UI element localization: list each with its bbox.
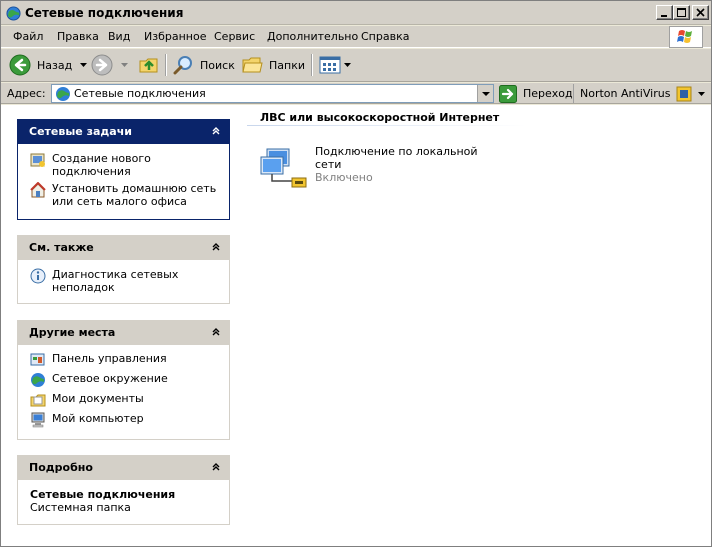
- link-my-documents[interactable]: Мои документы: [30, 392, 221, 408]
- pane-body: Диагностика сетевых неполадок: [17, 260, 230, 304]
- norton-icon: [676, 86, 692, 101]
- close-icon: [696, 8, 705, 17]
- group-header: ЛВС или высокоскоростной Интернет: [247, 109, 525, 126]
- views-button[interactable]: [319, 53, 352, 77]
- menu-file[interactable]: Файл: [13, 30, 43, 43]
- address-dropdown-button[interactable]: [477, 85, 493, 102]
- title-bar[interactable]: Сетевые подключения: [1, 1, 711, 25]
- other-places-header[interactable]: Другие места: [17, 320, 230, 345]
- new-connection-icon: [30, 153, 45, 167]
- pane-body: Панель управления Сетевое окружение Мои …: [17, 345, 230, 440]
- toolbar: Назад Поиск Папки: [1, 49, 711, 82]
- search-button[interactable]: Поиск: [173, 53, 235, 77]
- lan-connection-icon: [260, 148, 307, 188]
- collapse-chevron-icon[interactable]: [210, 326, 222, 338]
- address-bar: Адрес: Сетевые подключения Переход Norto…: [1, 83, 711, 104]
- link-network-places[interactable]: Сетевое окружение: [30, 372, 221, 388]
- explorer-window: Сетевые подключения Файл Правка Вид Избр…: [0, 0, 712, 547]
- see-also-pane: См. также Диагностика сетевых неполадок: [17, 235, 230, 304]
- network-connections-icon: [6, 6, 21, 21]
- norton-antivirus-toolbar[interactable]: Norton AntiVirus: [573, 84, 706, 103]
- see-also-header[interactable]: См. также: [17, 235, 230, 260]
- go-arrow-icon: [499, 84, 517, 103]
- address-value: Сетевые подключения: [74, 87, 206, 100]
- control-panel-icon: [30, 353, 45, 366]
- details-pane: Подробно Сетевые подключения Системная п…: [17, 455, 230, 525]
- details-name: Сетевые подключения: [30, 488, 176, 501]
- network-places-icon: [31, 373, 45, 387]
- back-button[interactable]: Назад: [9, 53, 88, 77]
- network-tasks-header[interactable]: Сетевые задачи: [17, 119, 230, 144]
- collapse-chevron-icon[interactable]: [210, 461, 222, 473]
- go-button[interactable]: Переход: [499, 84, 573, 103]
- pane-title: См. также: [29, 241, 94, 254]
- pane-body: Создание нового подключения Установить д…: [17, 144, 230, 220]
- pane-title: Сетевые задачи: [29, 125, 132, 138]
- collapse-chevron-icon[interactable]: [210, 241, 222, 253]
- windows-logo: [669, 26, 703, 48]
- link-control-panel[interactable]: Панель управления: [30, 352, 221, 368]
- pane-title: Другие места: [29, 326, 116, 339]
- home-network-icon: [30, 182, 46, 198]
- menu-tools[interactable]: Сервис: [214, 30, 255, 43]
- forward-arrow-icon: [91, 54, 113, 76]
- minimize-icon: [661, 15, 667, 17]
- windows-flag-icon: [677, 30, 692, 43]
- maximize-button[interactable]: [673, 5, 690, 20]
- menu-advanced[interactable]: Дополнительно: [267, 30, 358, 43]
- info-icon: [30, 268, 46, 284]
- folder-up-icon: [139, 58, 158, 73]
- up-folder-button[interactable]: [138, 53, 160, 77]
- forward-button[interactable]: [91, 53, 129, 77]
- network-connections-icon: [56, 87, 70, 101]
- other-places-pane: Другие места Панель управления Сетевое о…: [17, 320, 230, 440]
- chevron-down-icon: [482, 92, 490, 96]
- link-my-computer[interactable]: Мой компьютер: [30, 412, 221, 428]
- my-documents-icon: [30, 394, 46, 407]
- folders-button[interactable]: Папки: [242, 53, 305, 77]
- network-tasks-pane: Сетевые задачи Создание нового подключен…: [17, 119, 230, 220]
- menu-view[interactable]: Вид: [108, 30, 130, 43]
- task-network-diagnostics[interactable]: Диагностика сетевых неполадок: [30, 268, 221, 294]
- close-button[interactable]: [692, 5, 709, 20]
- search-icon: [173, 56, 192, 75]
- content-area: Сетевые задачи Создание нового подключен…: [1, 105, 711, 546]
- connection-item[interactable]: Подключение по локальной сети Включено: [259, 143, 519, 193]
- details-header[interactable]: Подробно: [17, 455, 230, 480]
- task-home-network[interactable]: Установить домашнюю сеть или сеть малого…: [30, 182, 221, 208]
- connection-status: Включено: [315, 171, 373, 184]
- connection-name: Подключение по локальной сети: [315, 145, 478, 171]
- chevron-down-icon[interactable]: [121, 62, 129, 68]
- menu-favorites[interactable]: Избранное: [144, 30, 206, 43]
- folders-icon: [242, 57, 263, 73]
- minimize-button[interactable]: [656, 5, 673, 20]
- chevron-down-icon[interactable]: [698, 91, 706, 97]
- pane-title: Подробно: [29, 461, 93, 474]
- address-label: Адрес:: [7, 87, 46, 100]
- chevron-down-icon[interactable]: [344, 62, 352, 68]
- views-icon: [319, 56, 341, 74]
- maximize-icon: [677, 8, 686, 17]
- menu-help[interactable]: Справка: [361, 30, 409, 43]
- back-arrow-icon: [9, 54, 31, 76]
- chevron-down-icon[interactable]: [80, 62, 88, 68]
- group-title: ЛВС или высокоскоростной Интернет: [260, 111, 500, 124]
- collapse-chevron-icon[interactable]: [210, 125, 222, 137]
- details-type: Системная папка: [30, 501, 131, 514]
- my-computer-icon: [31, 412, 45, 428]
- pane-body: Сетевые подключения Системная папка: [17, 480, 230, 525]
- task-create-connection[interactable]: Создание нового подключения: [30, 152, 221, 178]
- address-input[interactable]: Сетевые подключения: [51, 84, 494, 103]
- window-title: Сетевые подключения: [25, 6, 184, 20]
- menu-edit[interactable]: Правка: [57, 30, 99, 43]
- menu-bar: Файл Правка Вид Избранное Сервис Дополни…: [1, 26, 711, 48]
